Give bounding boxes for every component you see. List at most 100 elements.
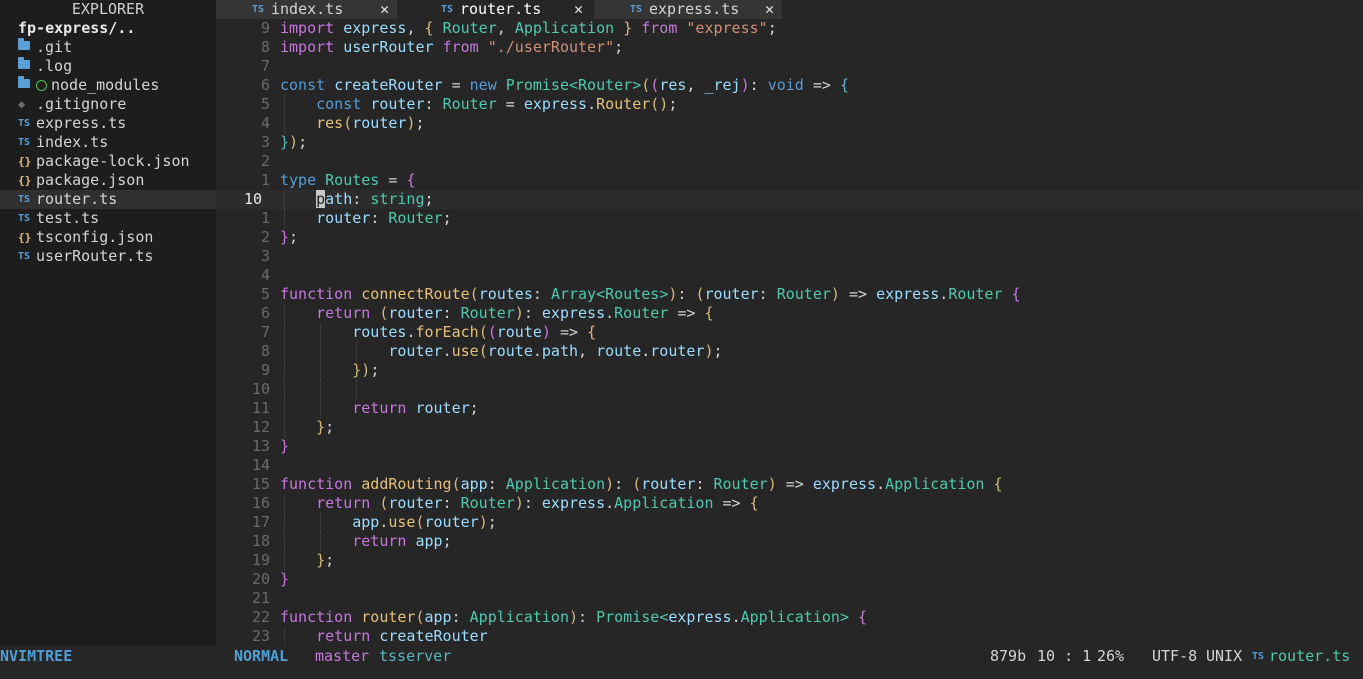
tree-item-package-lock-json[interactable]: {} package-lock.json [0,152,216,171]
code-line: 14 [216,456,1363,475]
code-line: 18 return app; [216,532,1363,551]
file-encoding: UTF-8 [1152,647,1198,665]
code-line: 7 [216,57,1363,76]
line-number: 1 [260,171,270,189]
line-number: 4 [260,266,270,284]
ts-icon: TS [18,213,31,224]
ts-icon: TS [18,137,31,148]
line-number: 16 [251,494,270,512]
text-cursor: p [316,190,326,208]
cursor-position: 10 : 1 [1037,647,1092,665]
tab-index-ts[interactable]: TS index.ts ✕ [216,0,397,19]
tree-item-label: .git [36,38,73,56]
line-number: 6 [260,76,270,94]
code-line: 3 [216,247,1363,266]
tree-item-log[interactable]: .log [0,57,216,76]
code-line: 3}); [216,133,1363,152]
tree-item-test-ts[interactable]: TS test.ts [0,209,216,228]
scroll-percent: 26% [1097,647,1125,665]
ignored-status-icon [36,80,47,91]
tree-item-git[interactable]: .git [0,38,216,57]
code-line: 2 [216,152,1363,171]
line-number: 3 [260,133,270,151]
tree-item-label: tsconfig.json [36,228,154,246]
code-line: 5 function connectRoute(routes: Array<Rou… [216,285,1363,304]
tree-item-label: .log [36,57,73,75]
line-number: 2 [260,152,270,170]
line-number: 8 [260,38,270,56]
code-line: 1 type Routes = { [216,171,1363,190]
line-number: 14 [251,456,270,474]
code-line: 20} [216,570,1363,589]
code-line: 2}; [216,228,1363,247]
close-icon[interactable]: ✕ [574,0,583,19]
vim-mode: NORMAL [234,647,289,665]
json-icon: {} [18,155,32,168]
status-bar: NVIMTREE NORMAL master tsserver 879b 10 … [0,646,1363,667]
tab-label: index.ts [271,0,344,18]
file-format: UNIX [1206,647,1243,665]
tree-mode-label: NVIMTREE [0,647,73,665]
json-icon: {} [18,174,32,187]
tab-express-ts[interactable]: TS express.ts ✕ [594,0,782,19]
line-number: 4 [260,114,270,132]
code-line: 22 function router(app: Application): Pro… [216,608,1363,627]
line-number: 6 [260,304,270,322]
tree-item-label: node_modules [51,76,160,94]
line-number: 2 [260,228,270,246]
tree-item-index-ts[interactable]: TS index.ts [0,133,216,152]
folder-icon [18,76,30,88]
code-line: 4 res(router); [216,114,1363,133]
code-line: 11 return router; [216,399,1363,418]
nvim-window: EXPLORER fp-express/.. .git .log node_mo… [0,0,1363,679]
tab-router-ts[interactable]: TS router.ts ✕ [397,0,594,19]
line-number: 1 [260,209,270,227]
tree-item-router-ts[interactable]: TS router.ts [0,190,216,209]
tree-item-label: package.json [36,171,145,189]
tree-item-label: router.ts [36,190,118,208]
code-line: 10 [216,380,1363,399]
tab-label: express.ts [649,0,740,18]
code-line: 19 }; [216,551,1363,570]
line-number: 5 [260,285,270,303]
tree-item-express-ts[interactable]: TS express.ts [0,114,216,133]
tree-item-gitignore[interactable]: ◆ .gitignore [0,95,216,114]
line-number: 9 [260,19,270,37]
tree-item-label: index.ts [36,133,109,151]
close-icon[interactable]: ✕ [765,0,774,19]
code-editor[interactable]: 9 import express, { Router, Application }… [216,19,1363,646]
code-line: 4 [216,266,1363,285]
tree-item-tsconfig-json[interactable]: {} tsconfig.json [0,228,216,247]
json-icon: {} [18,231,32,244]
code-line: 21 [216,589,1363,608]
folder-icon [18,38,30,50]
lsp-client: tsserver [379,647,452,665]
current-line-number: 10 [243,190,262,208]
file-name: router.ts [1269,647,1351,665]
line-number: 22 [251,608,270,626]
tab-bar: TS index.ts ✕ TS router.ts ✕ TS express.… [216,0,1363,19]
ts-icon: TS [630,4,643,15]
line-number: 3 [260,247,270,265]
line-number: 23 [251,627,270,645]
line-number: 9 [260,361,270,379]
tree-item-label: express.ts [36,114,127,132]
tree-item-node-modules[interactable]: node_modules [0,76,216,95]
code-line: 15 function addRouting(app: Application):… [216,475,1363,494]
close-icon[interactable]: ✕ [380,0,389,19]
tree-item-package-json[interactable]: {} package.json [0,171,216,190]
project-root[interactable]: fp-express/.. [0,19,216,38]
code-line: 17 app.use(router); [216,513,1363,532]
code-line: 8 router.use(route.path, route.router); [216,342,1363,361]
code-line: 6 return (router: Router): express.Route… [216,304,1363,323]
line-number: 11 [251,399,270,417]
line-number: 17 [251,513,270,531]
code-line: 23 return createRouter [216,627,1363,646]
line-number: 20 [251,570,270,588]
code-line: 13} [216,437,1363,456]
code-line: 9 }); [216,361,1363,380]
tree-item-userrouter-ts[interactable]: TS userRouter.ts [0,247,216,266]
tree-item-label: test.ts [36,209,100,227]
tree-item-label: userRouter.ts [36,247,154,265]
ts-icon: TS [18,194,31,205]
